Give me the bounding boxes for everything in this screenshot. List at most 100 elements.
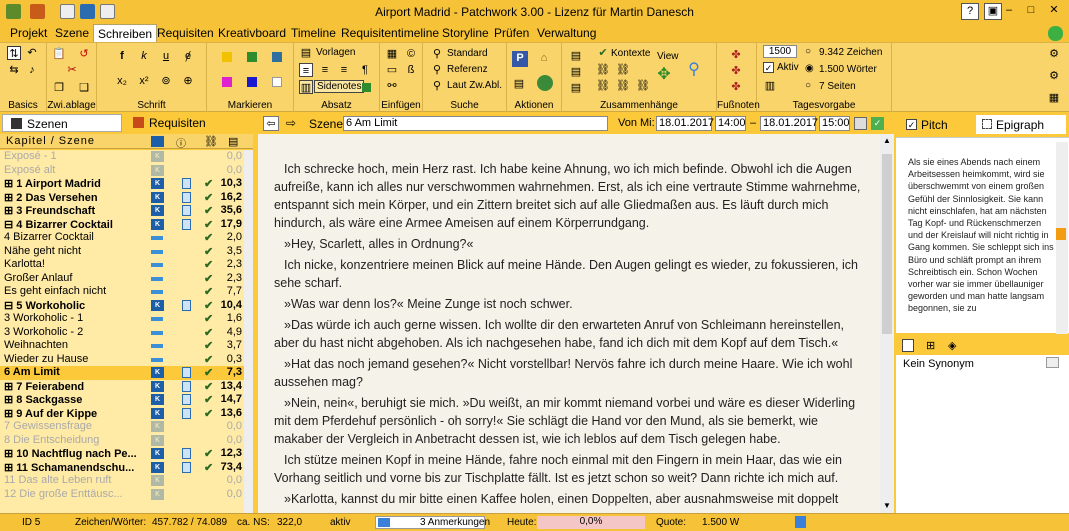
settings-icon-2[interactable]: ⚙ — [1047, 69, 1061, 83]
minimize-button[interactable]: – — [1000, 3, 1018, 20]
status-col-icon[interactable] — [151, 136, 164, 147]
status-k-icon[interactable]: K — [151, 151, 164, 162]
insert-date-icon[interactable]: ▦ — [385, 47, 399, 61]
tree-row[interactable]: ⊞ 3 Freundschaft K ✔ 35,6 — [0, 204, 244, 218]
status-k-icon[interactable]: K — [151, 205, 164, 216]
calendar-icon[interactable] — [854, 117, 867, 130]
status-k-icon[interactable]: K — [151, 394, 164, 405]
grid-icon[interactable]: ▦ — [1047, 91, 1061, 105]
arrows-icon[interactable]: ✥ — [657, 67, 671, 83]
tree-row[interactable]: 12 Die große Enttäusc... K 0,0 — [0, 488, 244, 502]
paste-icon[interactable]: 📋 — [52, 47, 66, 61]
list-icon-2[interactable]: ▤ — [569, 65, 583, 79]
tree-row[interactable]: Es geht einfach nicht ✔ 7,7 — [0, 285, 244, 299]
mark-none-icon[interactable] — [272, 77, 282, 87]
status-k-icon[interactable]: K — [151, 475, 164, 486]
basics-icon-1[interactable]: ⇅ — [7, 46, 21, 60]
tree-row[interactable]: 8 Die Entscheidung K 0,0 — [0, 434, 244, 448]
status-bar-icon[interactable] — [151, 249, 163, 254]
tab-epigraph[interactable]: Epigraph — [976, 115, 1066, 134]
search-clipboard-icon[interactable]: ⚲ — [430, 79, 444, 93]
goal-input[interactable]: 1500 — [763, 45, 797, 58]
status-bar-icon[interactable] — [151, 236, 163, 240]
sharp-s-icon[interactable]: ß — [404, 63, 418, 77]
tree-row[interactable]: 7 Gewissensfrage K 0,0 — [0, 420, 244, 434]
speaker-icon[interactable]: ♪ — [25, 63, 39, 77]
note-icon[interactable] — [182, 299, 191, 311]
tree-row[interactable]: 3 Workoholic - 1 ✔ 1,6 — [0, 312, 244, 326]
link-icon[interactable]: ⚯ — [385, 79, 399, 93]
lock-icon[interactable] — [795, 516, 806, 528]
bold-icon[interactable]: f — [115, 49, 129, 63]
confirm-icon[interactable]: ✓ — [871, 117, 884, 130]
tree-row[interactable]: 11 Das alte Leben ruft K 0,0 — [0, 474, 244, 488]
radio-zeichen[interactable]: ○ — [805, 46, 811, 57]
help-button[interactable]: ? — [961, 3, 979, 20]
pitch-text[interactable]: Als sie eines Abends nach einem Arbeitse… — [908, 156, 1054, 315]
search-reference-icon[interactable]: ⚲ — [430, 63, 444, 77]
tree-row[interactable]: ⊞ 7 Feierabend K ✔ 13,4 — [0, 380, 244, 394]
globe-icon[interactable] — [537, 75, 553, 91]
status-k-icon[interactable]: K — [151, 448, 164, 459]
bar-chart-icon[interactable]: ▥ — [763, 79, 777, 93]
list-icon-3[interactable]: ▤ — [569, 81, 583, 95]
time-from-input[interactable]: 14:00 — [715, 116, 746, 131]
note-icon[interactable] — [902, 339, 914, 352]
status-k-icon[interactable]: K — [151, 461, 164, 473]
status-bar-icon[interactable] — [151, 317, 163, 321]
status-k-icon[interactable]: K — [151, 407, 164, 419]
link-b-icon[interactable]: ⛓ — [616, 63, 630, 77]
menu-kreativboard[interactable]: Kreativboard — [218, 26, 286, 40]
laut-zwabl-button[interactable]: Laut Zw.Abl. — [447, 80, 502, 91]
standard-button[interactable]: Standard — [447, 48, 488, 59]
search-standard-icon[interactable]: ⚲ — [430, 47, 444, 61]
mark-teal-icon[interactable] — [272, 52, 282, 62]
p-icon[interactable]: P — [512, 51, 528, 67]
tree-row[interactable]: ⊞ 9 Auf der Kippe K ✔ 13,6 — [0, 407, 244, 421]
mark-blue-icon[interactable] — [247, 77, 257, 87]
scroll-thumb[interactable] — [882, 154, 892, 334]
tree-row[interactable]: ⊞ 11 Schamanendschu... K ✔ 73,4 — [0, 461, 244, 475]
annotations-box[interactable]: 3 Anmerkungen — [375, 516, 490, 529]
tree-row[interactable]: ⊞ 8 Sackgasse K ✔ 14,7 — [0, 393, 244, 407]
link-e-icon[interactable]: ⛓ — [636, 79, 650, 93]
tree-row[interactable]: Weihnachten ✔ 3,7 — [0, 339, 244, 353]
status-k-icon[interactable]: K — [151, 434, 164, 446]
superscript-icon[interactable]: x² — [137, 74, 151, 88]
scroll-up-icon[interactable]: ▲ — [882, 136, 892, 146]
menu-schreiben[interactable]: Schreiben — [93, 24, 158, 43]
tab-pitch[interactable]: Pitch — [921, 118, 948, 132]
tree-row[interactable]: Exposé alt K 0,0 — [0, 164, 244, 178]
tree-row[interactable]: ⊟ 5 Workoholic K ✔ 10,4 — [0, 299, 244, 313]
sidenotes-icon[interactable]: ▥ — [299, 80, 313, 94]
tree-row[interactable]: ⊟ 4 Bizarrer Cocktail K ✔ 17,9 — [0, 218, 244, 232]
note-icon[interactable] — [182, 380, 191, 392]
forward-button[interactable]: ⇨ — [286, 116, 296, 130]
tree-row[interactable]: Nähe geht nicht ✔ 3,5 — [0, 245, 244, 259]
menu-timeline[interactable]: Timeline — [291, 26, 336, 40]
scroll-down-icon[interactable]: ▼ — [882, 501, 892, 511]
status-k-icon[interactable]: K — [151, 380, 164, 392]
note-icon[interactable] — [182, 367, 191, 378]
pitch-flag-icon[interactable] — [1056, 228, 1066, 240]
footnote-remove-icon[interactable]: ✤ — [729, 80, 743, 94]
align-left-icon[interactable]: ≡ — [299, 63, 313, 77]
note-icon[interactable] — [182, 205, 191, 216]
link-a-icon[interactable]: ⛓ — [596, 63, 610, 77]
pitch-checkbox[interactable]: ✓ — [906, 119, 917, 130]
back-button[interactable]: ⇦ — [263, 116, 279, 131]
aktiv-checkbox[interactable]: ✓ — [763, 62, 774, 73]
menu-storyline[interactable]: Storyline — [442, 26, 489, 40]
mark-yellow-icon[interactable] — [222, 52, 232, 62]
binoculars-icon[interactable]: ⊚ — [159, 74, 173, 88]
status-bar-icon[interactable] — [151, 357, 163, 362]
tree-row[interactable]: Wieder zu Hause ✔ 0,3 — [0, 353, 244, 367]
note-icon[interactable] — [182, 407, 191, 419]
italic-icon[interactable]: k — [137, 49, 151, 63]
status-k-icon[interactable]: K — [151, 367, 164, 378]
menu-projekt[interactable]: Projekt — [10, 26, 47, 40]
tree-row[interactable]: 6 Am Limit K ✔ 7,3 — [0, 366, 244, 380]
note-icon[interactable] — [182, 191, 191, 203]
basics-icon-3[interactable]: ⇆ — [7, 63, 21, 77]
copy-icon[interactable]: ❐ — [52, 81, 66, 95]
